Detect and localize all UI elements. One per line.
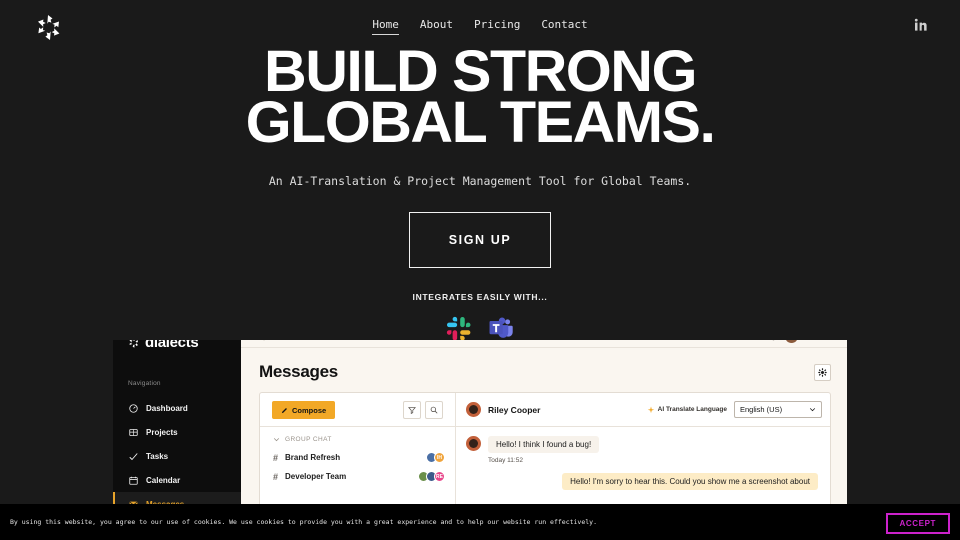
hero-subtitle: An AI-Translation & Project Management T… <box>268 174 692 188</box>
compose-button[interactable]: Compose <box>272 401 336 419</box>
chevron-down-icon <box>273 438 280 442</box>
filter-icon[interactable] <box>403 401 421 419</box>
calendar-icon <box>129 476 138 485</box>
headline-line-2: GLOBAL TEAMS. <box>245 90 716 155</box>
search-icon[interactable] <box>425 401 443 419</box>
search-icon <box>263 340 265 341</box>
ai-translate-label-text: AI Translate Language <box>657 406 727 413</box>
message-bubble: Hello! I'm sorry to hear this. Could you… <box>562 473 818 490</box>
search-input[interactable]: Search... <box>257 340 300 341</box>
sidebar-item-projects[interactable]: Projects <box>113 420 241 444</box>
notification-bell-icon[interactable] <box>769 340 778 341</box>
sidebar-item-label: Calendar <box>146 475 181 485</box>
app-topbar-right: MaxBerr <box>769 340 835 343</box>
sidebar-item-label: Tasks <box>146 451 169 461</box>
nav-item-about[interactable]: About <box>420 18 453 35</box>
chat-name: Developer Team <box>285 472 347 481</box>
landing-page: Home About Pricing Contact BUILD STRONG … <box>0 0 960 540</box>
linkedin-icon[interactable] <box>914 18 928 32</box>
message-timestamp: Today 11:52 <box>488 457 523 464</box>
avatar <box>466 402 481 417</box>
chat-list: Compose GROUP CHAT # Brand Refresh IH # … <box>260 393 456 508</box>
app-main: Search... MaxBerr Messages <box>241 340 847 508</box>
avatar-initials: RE <box>434 471 445 482</box>
sidebar-item-tasks[interactable]: Tasks <box>113 444 241 468</box>
message-bubble: Hello! I think I found a bug! <box>488 436 600 453</box>
user-name: MaxBerr <box>805 340 835 341</box>
ai-translate-label: AI Translate Language <box>647 406 727 414</box>
sign-up-button-label: SIGN UP <box>448 233 512 247</box>
app-sidebar-nav-label: Navigation <box>128 380 161 387</box>
chat-name: Brand Refresh <box>285 453 341 462</box>
chevron-down-icon <box>809 408 816 412</box>
cookie-banner: By using this website, you agree to our … <box>0 504 960 540</box>
list-item[interactable]: # Developer Team RE <box>260 467 455 486</box>
app-sidebar-brand-label: dialects <box>145 340 199 351</box>
app-screenshot-inner: dialects Navigation Dashboard Projects T… <box>113 340 847 508</box>
hash-icon: # <box>273 452 279 463</box>
avatar-stack: RE <box>418 471 445 482</box>
avatar-initials: IH <box>434 452 445 463</box>
site-header: Home About Pricing Contact <box>0 0 960 54</box>
list-item[interactable]: # Brand Refresh IH <box>260 448 455 467</box>
message-row: Hello! I think I found a bug! <box>456 427 830 453</box>
sign-up-button-inner: SIGN UP <box>414 217 546 263</box>
nav-item-pricing[interactable]: Pricing <box>474 18 520 35</box>
sparkle-icon <box>647 406 654 413</box>
accept-cookies-button[interactable]: ACCEPT <box>885 513 950 534</box>
message-thread: Riley Cooper AI Translate Language Engli… <box>456 393 830 508</box>
group-chat-header[interactable]: GROUP CHAT <box>260 427 455 448</box>
compose-button-label: Compose <box>292 405 327 415</box>
sidebar-item-calendar[interactable]: Calendar <box>113 468 241 492</box>
main-nav: Home About Pricing Contact <box>0 18 960 35</box>
chat-list-header: Compose <box>260 393 455 427</box>
cookie-banner-text: By using this website, you agree to our … <box>10 518 597 526</box>
sidebar-item-label: Projects <box>146 427 178 437</box>
nav-item-home[interactable]: Home <box>372 18 399 35</box>
thread-header: Riley Cooper AI Translate Language Engli… <box>456 393 830 427</box>
app-sidebar-brand: dialects <box>127 340 199 351</box>
app-topbar: Search... MaxBerr <box>241 340 847 348</box>
language-select-value: English (US) <box>740 405 783 414</box>
projects-icon <box>129 428 138 437</box>
sign-up-button[interactable]: SIGN UP <box>409 212 551 268</box>
app-sidebar: dialects Navigation Dashboard Projects T… <box>113 340 241 508</box>
sidebar-item-dashboard[interactable]: Dashboard <box>113 396 241 420</box>
nav-item-contact[interactable]: Contact <box>541 18 587 35</box>
group-chat-label: GROUP CHAT <box>285 436 332 443</box>
dashboard-icon <box>129 403 138 413</box>
message-row: Hello! I'm sorry to hear this. Could you… <box>456 464 830 490</box>
page-title: BUILD STRONG GLOBAL TEAMS. <box>0 43 960 155</box>
app-page-title: Messages <box>259 362 338 381</box>
avatar <box>466 436 481 451</box>
language-select[interactable]: English (US) <box>734 401 822 418</box>
gear-icon[interactable] <box>814 364 831 381</box>
avatar[interactable] <box>784 340 798 343</box>
tasks-icon <box>129 452 138 461</box>
cta-container: SIGN UP <box>0 212 960 268</box>
app-screenshot-preview: dialects Navigation Dashboard Projects T… <box>113 340 847 508</box>
sidebar-item-label: Dashboard <box>146 403 188 413</box>
integrations-label: INTEGRATES EASILY WITH... <box>412 292 548 302</box>
hash-icon: # <box>273 471 279 482</box>
avatar-stack: IH <box>426 452 445 463</box>
messages-panel: Compose GROUP CHAT # Brand Refresh IH # … <box>259 392 831 508</box>
thread-person-name: Riley Cooper <box>488 404 541 415</box>
pencil-icon <box>281 407 287 413</box>
search-placeholder: Search... <box>270 340 300 341</box>
